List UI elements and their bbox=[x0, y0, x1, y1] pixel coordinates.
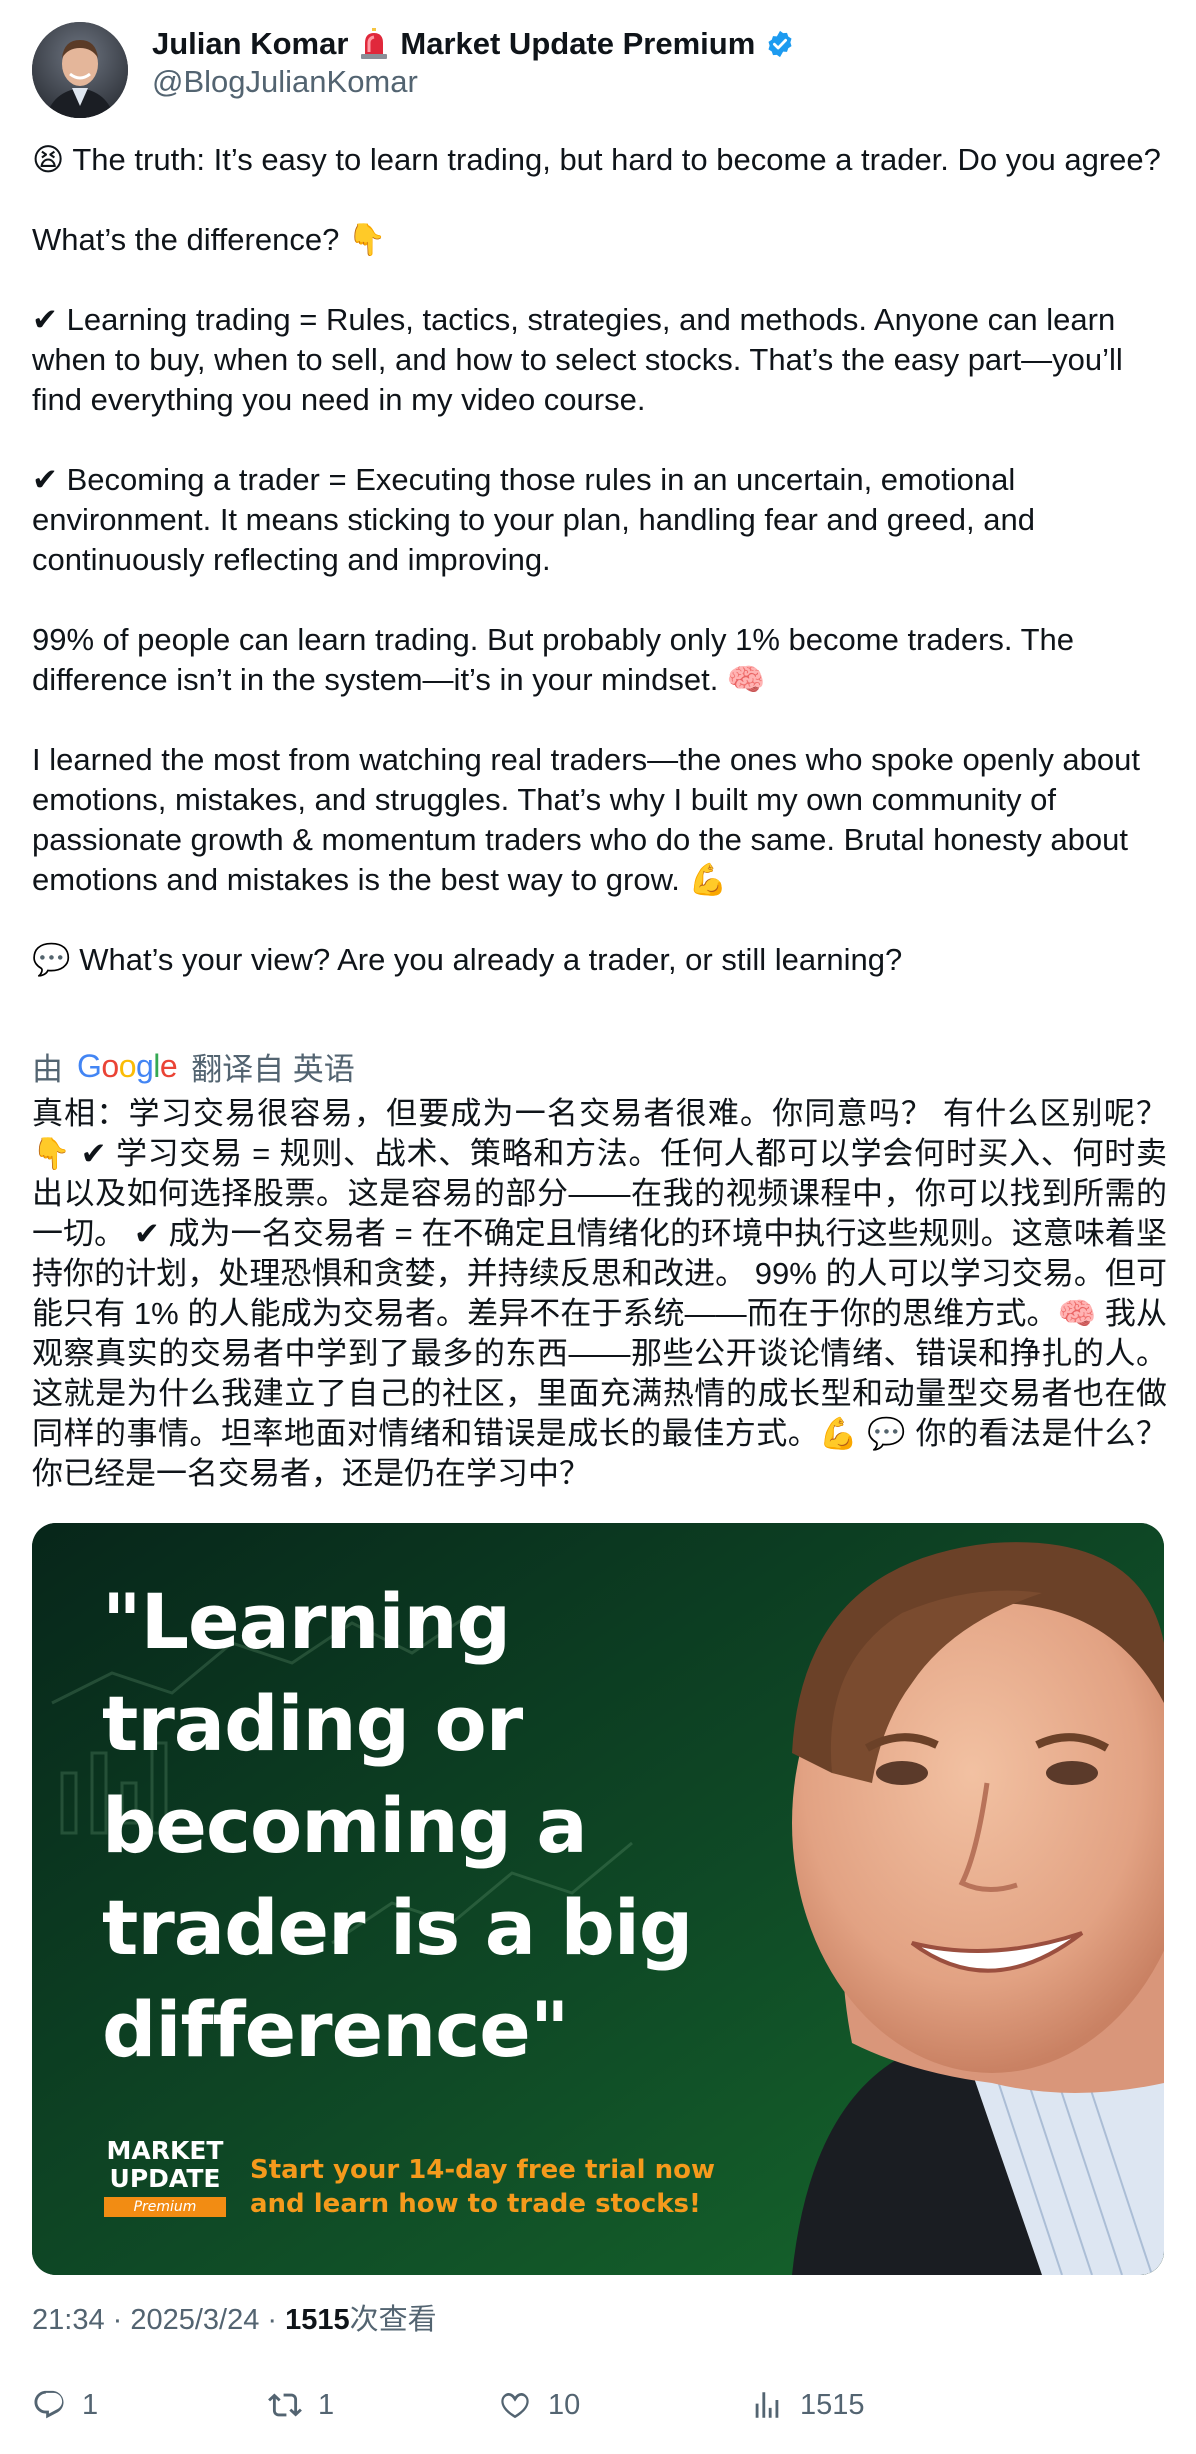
like-button[interactable]: 10 bbox=[498, 2380, 580, 2430]
siren-icon bbox=[358, 28, 390, 60]
media-quote-line: "Learning bbox=[102, 1577, 511, 1666]
translated-text: 真相：学习交易很容易，但要成为一名交易者很难。你同意吗？ 有什么区别呢？ 👇 ✔… bbox=[32, 1096, 1167, 1491]
tweet-paragraph: ✔ Becoming a trader = Executing those ru… bbox=[32, 462, 1035, 577]
tweet-text: 😫 The truth: It’s easy to learn trading,… bbox=[32, 140, 1167, 980]
tweet-paragraph: ✔ Learning trading = Rules, tactics, str… bbox=[32, 302, 1123, 417]
media-quote-line: trading or bbox=[102, 1679, 523, 1768]
google-logo: Google bbox=[77, 1047, 178, 1084]
market-update-logo: MARKET UPDATE Premium bbox=[104, 2137, 226, 2217]
verified-badge-icon[interactable] bbox=[765, 29, 795, 59]
media-quote-line: trader is a big bbox=[102, 1883, 693, 1972]
logo-line: UPDATE bbox=[109, 2164, 221, 2193]
author-avatar[interactable] bbox=[32, 22, 128, 118]
media-quote: "Learning trading or becoming a trader i… bbox=[102, 1571, 802, 2081]
repost-button[interactable]: 1 bbox=[268, 2380, 334, 2430]
views-button[interactable]: 1515 bbox=[750, 2380, 865, 2430]
like-count: 10 bbox=[548, 2388, 581, 2421]
reply-button[interactable]: 1 bbox=[32, 2380, 98, 2430]
author-name[interactable]: Julian Komar bbox=[152, 26, 348, 62]
tweet-time[interactable]: 21:34 bbox=[32, 2304, 105, 2336]
translated-from-label: 翻译自 英语 bbox=[191, 1051, 355, 1087]
repost-icon bbox=[268, 2393, 302, 2417]
tweet-paragraph: 😫 The truth: It’s easy to learn trading,… bbox=[32, 142, 1161, 177]
translation-by-label: 由 bbox=[32, 1051, 63, 1087]
tweet-date[interactable]: 2025/3/24 bbox=[130, 2304, 259, 2336]
reply-count: 1 bbox=[82, 2388, 99, 2421]
cta-line: and learn how to trade stocks! bbox=[250, 2189, 701, 2219]
translation-attribution[interactable]: 由 Google 翻译自 英语 bbox=[32, 1044, 355, 1088]
repost-count: 1 bbox=[318, 2388, 335, 2421]
tweet-paragraph: 99% of people can learn trading. But pro… bbox=[32, 622, 1075, 697]
cta-line: Start your 14-day free trial now bbox=[250, 2155, 716, 2185]
media-quote-line: difference" bbox=[102, 1985, 569, 2074]
tweet-paragraph: 💬 What’s your view? Are you already a tr… bbox=[32, 942, 903, 977]
tweet-media-image[interactable]: "Learning trading or becoming a trader i… bbox=[32, 1523, 1164, 2275]
author-handle[interactable]: @BlogJulianKomar bbox=[152, 62, 418, 102]
logo-premium-tag: Premium bbox=[104, 2197, 226, 2217]
action-bar: 1 1 10 1515 bbox=[32, 2380, 1162, 2430]
tweet-paragraph: What’s the difference? 👇 bbox=[32, 222, 387, 257]
reply-icon bbox=[34, 2390, 64, 2419]
tweet-header: Julian Komar Market Update Premium @Blog… bbox=[32, 22, 1162, 122]
author-title-suffix[interactable]: Market Update Premium bbox=[400, 26, 755, 62]
author-name-line[interactable]: Julian Komar Market Update Premium bbox=[152, 22, 795, 66]
media-quote-line: becoming a bbox=[102, 1781, 588, 1870]
views-count-action: 1515 bbox=[800, 2388, 865, 2421]
media-cta: Start your 14-day free trial now and lea… bbox=[250, 2153, 715, 2221]
tweet-meta: 21:34 · 2025/3/24 · 1515次查看 bbox=[32, 2304, 437, 2336]
tweet-paragraph: I learned the most from watching real tr… bbox=[32, 742, 1141, 897]
views-label: 次查看 bbox=[349, 2304, 437, 2336]
logo-line: MARKET bbox=[106, 2136, 224, 2165]
views-count: 1515 bbox=[285, 2304, 350, 2336]
heart-icon bbox=[501, 2392, 529, 2419]
analytics-icon bbox=[755, 2392, 779, 2418]
